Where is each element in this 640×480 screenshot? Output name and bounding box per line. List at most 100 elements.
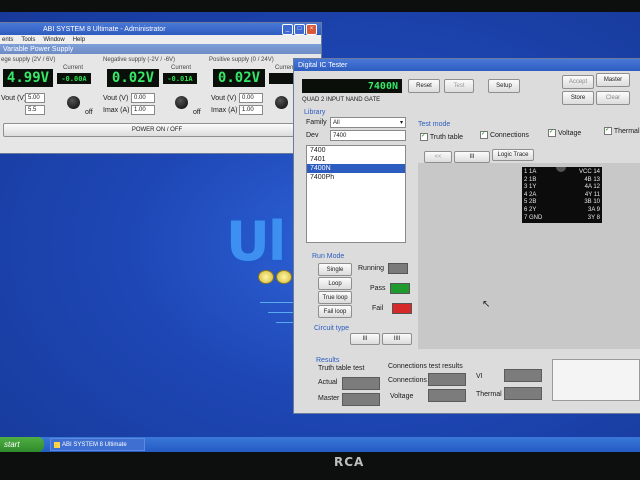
rail-header: ege supply (2V / 6V) (1, 57, 56, 63)
connections-field-label: Connections (388, 377, 427, 384)
device-list[interactable]: 7400 7401 7400N 7400Ph (306, 145, 406, 243)
logic-trace-button[interactable]: Logic Trace (492, 149, 534, 161)
vi-result-box (504, 369, 542, 382)
connections-result-box (428, 373, 466, 386)
family-select[interactable]: All ▾ (330, 117, 406, 128)
voltage-display: 4.99V (3, 69, 53, 87)
fail-label: Fail (372, 305, 384, 312)
menu-item[interactable]: ents (2, 37, 13, 43)
master-button[interactable]: Master (596, 73, 630, 87)
power-supply-titlebar[interactable]: Variable Power Supply (0, 44, 321, 54)
running-indicator (388, 263, 408, 274)
chip-pin: 1 1A (524, 169, 537, 175)
voltage-option[interactable]: Voltage (548, 129, 581, 137)
ic-description: QUAD 2 INPUT NAND GATE (302, 97, 381, 103)
circuit-type-title: Circuit type (314, 325, 350, 332)
off-label: off (193, 109, 201, 116)
mouse-cursor-icon: ↖ (482, 299, 491, 310)
imax-input[interactable]: 1.00 (239, 105, 263, 115)
bulb-icon (276, 270, 292, 284)
chip-pin: 4B 13 (584, 176, 600, 183)
list-item[interactable]: 7400Ph (307, 173, 405, 182)
main-titlebar[interactable]: ABI SYSTEM 8 Ultimate - Administrator _ … (0, 23, 321, 35)
ic-tester-title: Digital IC Tester (298, 61, 348, 69)
imax-input[interactable]: 1.00 (131, 105, 155, 115)
adjust-knob[interactable] (275, 96, 288, 109)
list-item[interactable]: 7401 (307, 155, 405, 164)
chip-pin: 7 GND (524, 214, 543, 221)
power-on-off-button[interactable]: POWER ON / OFF (3, 123, 311, 137)
truth-table-result-label: Truth table test (318, 365, 365, 372)
imax-input[interactable]: 5.5 (25, 105, 45, 115)
vout-input[interactable]: 0.00 (239, 93, 263, 103)
reset-button[interactable]: Reset (408, 79, 440, 93)
close-icon[interactable]: × (306, 23, 317, 35)
minimize-icon[interactable]: _ (282, 23, 293, 35)
chip-body: 1 1A 2 1B 3 1Y 4 2A 5 2B 6 2Y 7 GND VCC 14 4B 1… (522, 167, 602, 223)
clear-button[interactable]: Clear (596, 91, 630, 105)
dev-input[interactable]: 7400 (330, 130, 406, 141)
rail-header: Positive supply (0 / 24V) (209, 57, 274, 63)
vout-label: Vout (V) (211, 95, 237, 102)
test-button[interactable]: Test (444, 79, 474, 93)
actual-label: Actual (318, 379, 338, 386)
dev-label: Dev (306, 132, 319, 139)
ic-tester-titlebar[interactable]: Digital IC Tester (294, 59, 640, 71)
chip-pin: 2 1B (524, 176, 537, 183)
connections-option[interactable]: Connections (480, 131, 529, 139)
back-button[interactable]: << (424, 151, 452, 163)
current-label: Current (275, 65, 296, 71)
fail-loop-button[interactable]: Fail loop (318, 305, 352, 318)
monitor-brand-logo: RCA (334, 455, 365, 469)
chip-view[interactable]: 1 1A 2 1B 3 1Y 4 2A 5 2B 6 2Y 7 GND VCC 14 4B 1… (418, 163, 640, 349)
desktop-logo: Ul (226, 210, 286, 273)
true-loop-button[interactable]: True loop (318, 291, 352, 304)
loop-button[interactable]: Loop (318, 277, 352, 290)
off-label: off (85, 109, 93, 116)
left-pins: 1 1A 2 1B 3 1Y 4 2A 5 2B 6 2Y 7 GND (524, 169, 542, 222)
adjust-knob[interactable] (175, 96, 188, 109)
checkbox[interactable] (548, 129, 556, 137)
maximize-icon[interactable]: □ (294, 23, 305, 35)
vout-input[interactable]: 0.00 (131, 93, 155, 103)
circuit-type-button[interactable]: IIII (382, 333, 412, 345)
checkbox[interactable] (420, 133, 428, 141)
store-button[interactable]: Store (562, 91, 594, 105)
taskbar: start ABI SYSTEM 8 Ultimate (0, 437, 640, 452)
voltage-result-box (428, 389, 466, 402)
test-mode-title: Test mode (418, 121, 451, 128)
accept-button[interactable]: Accept (562, 75, 594, 89)
right-pins: VCC 14 4B 13 4A 12 4Y 11 3B 10 3A 9 3Y 8 (579, 169, 600, 222)
chip-pin: 4 2A (524, 191, 537, 198)
chevron-down-icon: ▾ (399, 120, 403, 126)
circuit-type-button[interactable]: III (350, 333, 380, 345)
setup-button[interactable]: Setup (488, 79, 520, 93)
vi-label: VI (476, 373, 483, 380)
list-item-selected[interactable]: 7400N (307, 164, 405, 173)
single-button[interactable]: Single (318, 263, 352, 276)
screen: Ul ABI SYSTEM 8 Ultimate - Administrator… (0, 12, 640, 452)
menu-item[interactable]: Tools (21, 37, 35, 43)
adjust-knob[interactable] (67, 96, 80, 109)
menu-item[interactable]: Window (43, 37, 64, 43)
thermal-option[interactable]: Thermal (604, 127, 640, 135)
run-mode-title: Run Mode (312, 253, 345, 260)
start-button[interactable]: start (0, 437, 44, 452)
checkbox[interactable] (604, 127, 612, 135)
checkbox[interactable] (480, 131, 488, 139)
chip-pin: 3Y 8 (587, 214, 600, 221)
voltage-display: 0.02V (107, 69, 159, 87)
vout-input[interactable]: 5.00 (25, 93, 45, 103)
menu-item[interactable]: Help (73, 37, 85, 43)
message-box (552, 359, 640, 401)
taskbar-item[interactable]: ABI SYSTEM 8 Ultimate (50, 438, 145, 451)
mode-button[interactable]: III (454, 151, 490, 163)
main-window: ABI SYSTEM 8 Ultimate - Administrator _ … (0, 22, 322, 154)
ic-display: 7400N (302, 79, 402, 93)
chip-pin: 3A 9 (587, 206, 600, 213)
truth-table-option[interactable]: Truth table (420, 133, 463, 141)
library-title: Library (304, 109, 326, 116)
voltage-display: 0.02V (213, 69, 265, 87)
list-item[interactable]: 7400 (307, 146, 405, 155)
chip-pin: 4A 12 (584, 184, 600, 191)
